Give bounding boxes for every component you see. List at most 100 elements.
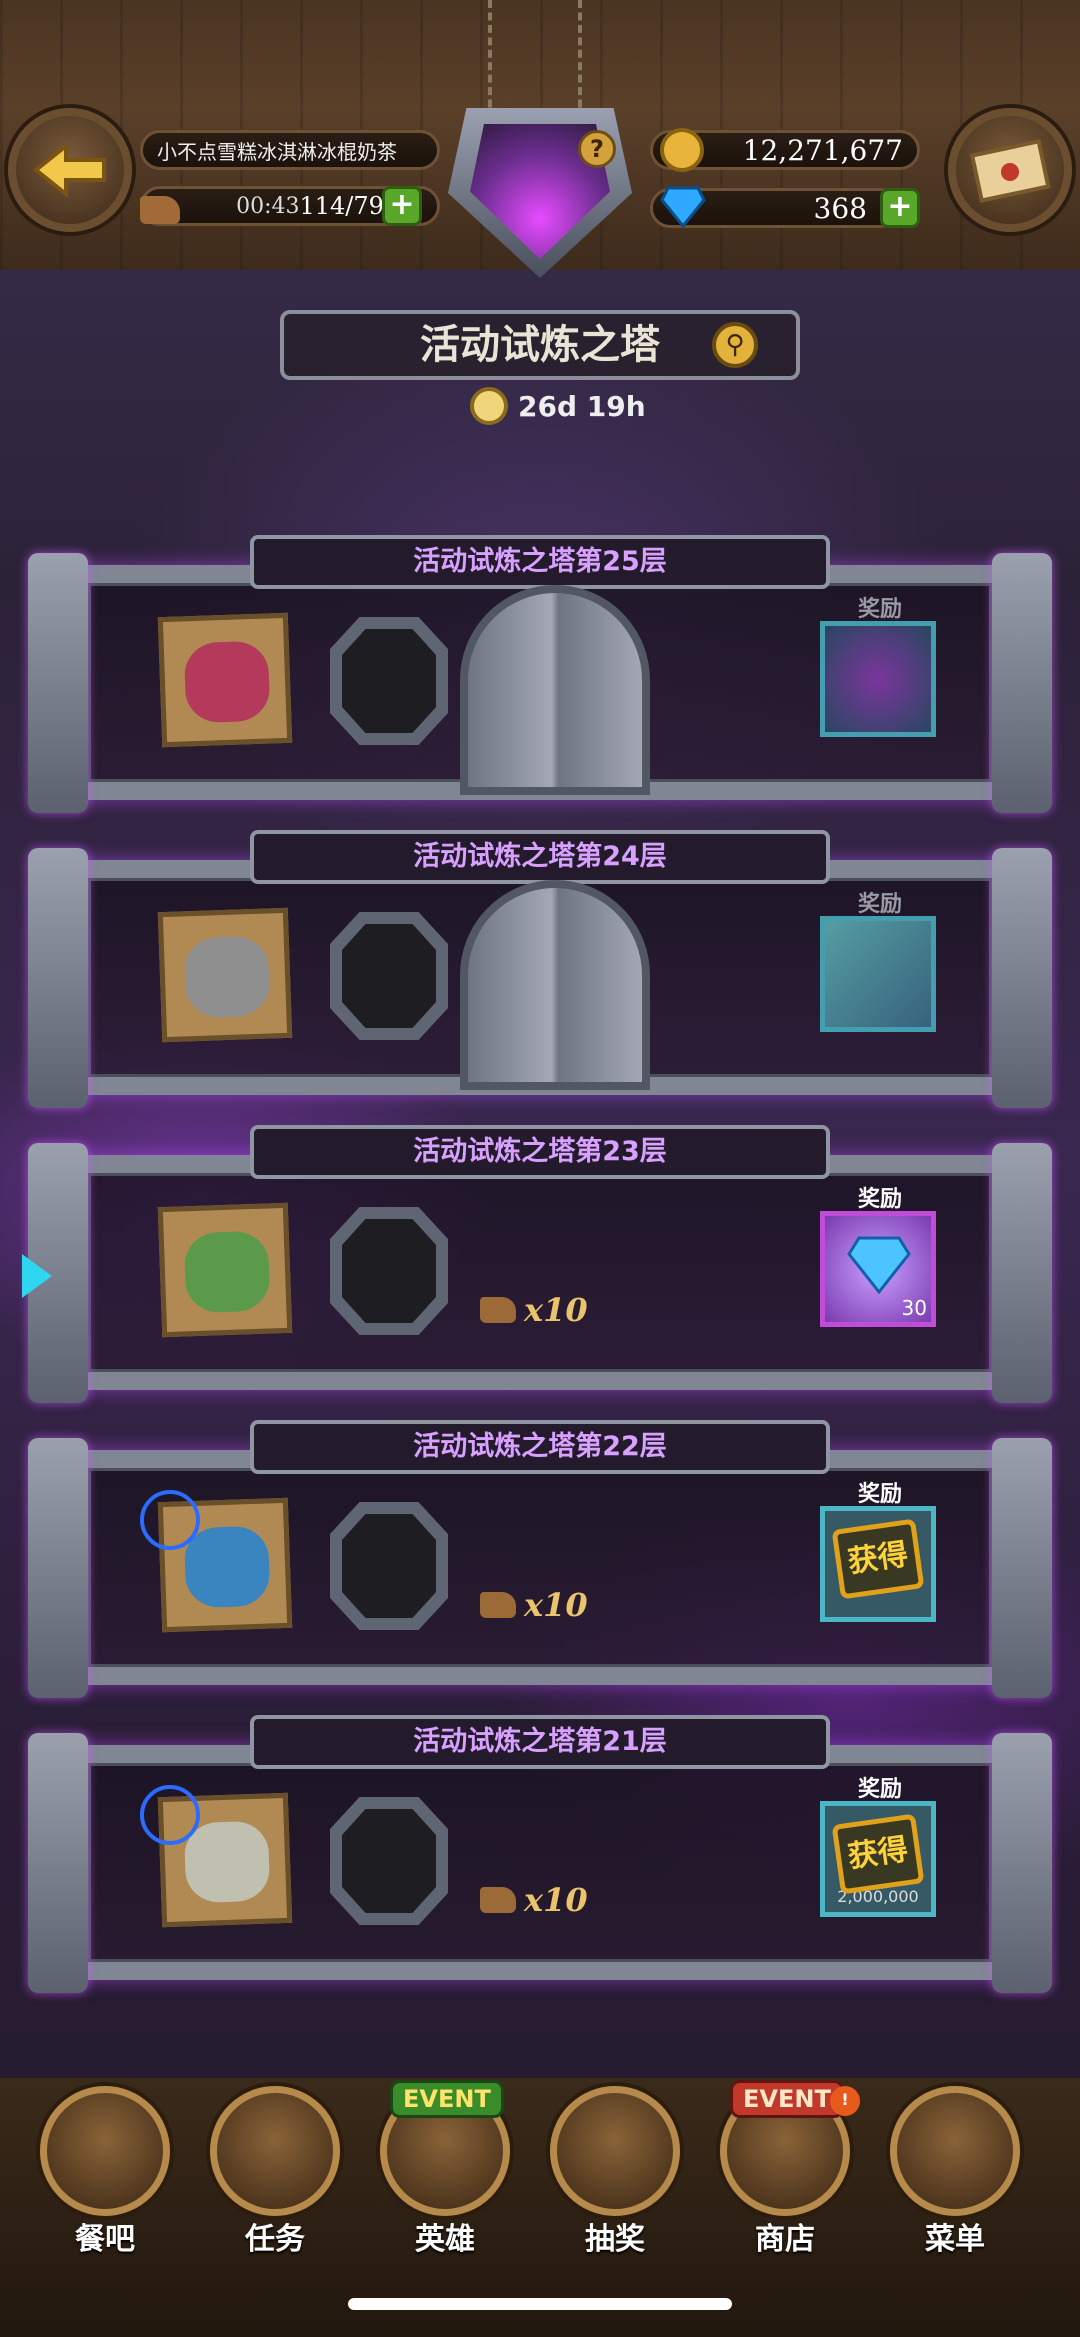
boss-face: [183, 1230, 271, 1314]
add-stamina-button[interactable]: +: [382, 186, 422, 226]
reward-item[interactable]: [820, 621, 936, 737]
crystal-icon: [550, 2086, 680, 2216]
obtained-text: 获得: [845, 1832, 911, 1876]
nav-menu-button[interactable]: 菜单: [880, 2080, 1030, 2260]
boss-portrait: [157, 1202, 293, 1338]
event-badge: EVENT: [390, 2080, 504, 2118]
floor-panel-22[interactable]: 活动试炼之塔第22层 x10 奖励 获得: [28, 1410, 1052, 1700]
floor-panel-23[interactable]: 活动试炼之塔第23层 x10 奖励 30: [28, 1115, 1052, 1405]
floor-title: 活动试炼之塔第22层: [250, 1420, 830, 1474]
floor-title-text: 活动试炼之塔第24层: [413, 841, 667, 872]
team-slot[interactable]: [330, 617, 448, 745]
current-floor-arrow-icon: [22, 1254, 52, 1298]
obtained-text: 获得: [845, 1537, 911, 1581]
team-slot[interactable]: [330, 1502, 448, 1630]
search-button[interactable]: ⚲: [712, 322, 758, 368]
cost-value: x10: [524, 1291, 588, 1329]
stamina-timer: 00:43: [236, 193, 300, 219]
back-arrow-icon: [32, 141, 106, 199]
player-name-plate: 小不点雪糕冰淇淋冰棍奶茶: [140, 130, 440, 170]
boss-face: [183, 640, 271, 724]
boss-portrait: [157, 907, 293, 1043]
event-timer: 26d 19h: [470, 386, 646, 426]
mail-icon: [969, 139, 1051, 203]
reward-item[interactable]: [820, 916, 936, 1032]
mail-button[interactable]: [948, 108, 1072, 232]
floor-title: 活动试炼之塔第23层: [250, 1125, 830, 1179]
alert-icon: !: [830, 2086, 860, 2116]
boss-face: [183, 935, 271, 1019]
nav-bar-button[interactable]: 餐吧: [30, 2080, 180, 2260]
search-icon: ⚲: [725, 330, 745, 360]
reward-amount: 30: [901, 1296, 927, 1320]
help-button[interactable]: ?: [578, 130, 616, 168]
nav-quests-button[interactable]: 任务: [200, 2080, 350, 2260]
floor-title-text: 活动试炼之塔第21层: [413, 1726, 667, 1757]
reward-label: 奖励: [857, 1482, 902, 1507]
boot-icon: [480, 1887, 516, 1913]
gem-value: 368: [813, 191, 867, 225]
floor-title-text: 活动试炼之塔第23层: [413, 1136, 667, 1167]
gold-coin-icon: [660, 128, 704, 172]
player-name: 小不点雪糕冰淇淋冰棍奶茶: [157, 139, 397, 164]
cleared-stamp-icon: [140, 1490, 200, 1550]
gem-icon: [847, 1236, 911, 1294]
bar-icon: [40, 2086, 170, 2216]
reward-label: 奖励: [857, 1187, 902, 1212]
reward-label: 奖励: [857, 597, 902, 622]
boot-icon: [480, 1592, 516, 1618]
event-title: 活动试炼之塔: [420, 322, 660, 368]
obtained-stamp: 获得: [831, 1518, 925, 1600]
stamina-cost: x10: [480, 1881, 588, 1919]
floor-title: 活动试炼之塔第21层: [250, 1715, 830, 1769]
event-time-left: 26d 19h: [518, 389, 646, 423]
gold-value: 12,271,677: [742, 133, 903, 167]
nav-label: 菜单: [925, 2222, 985, 2257]
boss-face: [183, 1820, 271, 1904]
event-badge: EVENT: [730, 2080, 844, 2118]
cleared-stamp-icon: [140, 1785, 200, 1845]
floor-panel-21[interactable]: 活动试炼之塔第21层 x10 奖励 2,000,000 获得: [28, 1705, 1052, 1995]
cost-value: x10: [524, 1586, 588, 1624]
gem-icon: [660, 186, 706, 228]
chain-left: [488, 0, 502, 120]
nav-gacha-button[interactable]: 抽奖: [540, 2080, 690, 2260]
nav-label: 餐吧: [75, 2222, 135, 2257]
clock-icon: [470, 387, 508, 425]
nav-label: 商店: [755, 2222, 815, 2257]
nav-label: 英雄: [415, 2222, 475, 2257]
team-slot[interactable]: [330, 1797, 448, 1925]
scroll-icon: [210, 2086, 340, 2216]
nav-label: 任务: [245, 2222, 305, 2257]
boot-icon: [480, 1297, 516, 1323]
stamina-boot-icon: [140, 196, 180, 224]
stamina-cost: x10: [480, 1291, 588, 1329]
nav-shop-button[interactable]: EVENT ! 商店: [710, 2080, 860, 2260]
team-slot[interactable]: [330, 1207, 448, 1335]
stamina-cost: x10: [480, 1586, 588, 1624]
reward-label: 奖励: [857, 1777, 902, 1802]
boss-face: [183, 1525, 271, 1609]
locked-door-icon: [460, 880, 650, 1090]
boss-portrait: [157, 612, 293, 748]
help-icon: ?: [590, 135, 604, 163]
cost-value: x10: [524, 1881, 588, 1919]
add-gems-button[interactable]: +: [880, 188, 920, 228]
floor-panel-24[interactable]: 活动试炼之塔第24层 奖励: [28, 820, 1052, 1110]
back-button[interactable]: [8, 108, 132, 232]
floor-title-text: 活动试炼之塔第22层: [413, 1431, 667, 1462]
reward-item[interactable]: 30: [820, 1211, 936, 1327]
gear-icon: [890, 2086, 1020, 2216]
home-indicator[interactable]: [348, 2298, 732, 2310]
reward-label: 奖励: [857, 892, 902, 917]
floor-panel-25[interactable]: 活动试炼之塔第25层 奖励: [28, 525, 1052, 815]
nav-heroes-button[interactable]: EVENT 英雄: [370, 2080, 520, 2260]
floor-title: 活动试炼之塔第25层: [250, 535, 830, 589]
stamina-value: 114/79: [299, 192, 384, 220]
nav-label: 抽奖: [585, 2222, 645, 2257]
obtained-stamp: 获得: [831, 1813, 925, 1895]
floor-title: 活动试炼之塔第24层: [250, 830, 830, 884]
floor-title-text: 活动试炼之塔第25层: [413, 546, 667, 577]
team-slot[interactable]: [330, 912, 448, 1040]
chain-right: [578, 0, 592, 120]
